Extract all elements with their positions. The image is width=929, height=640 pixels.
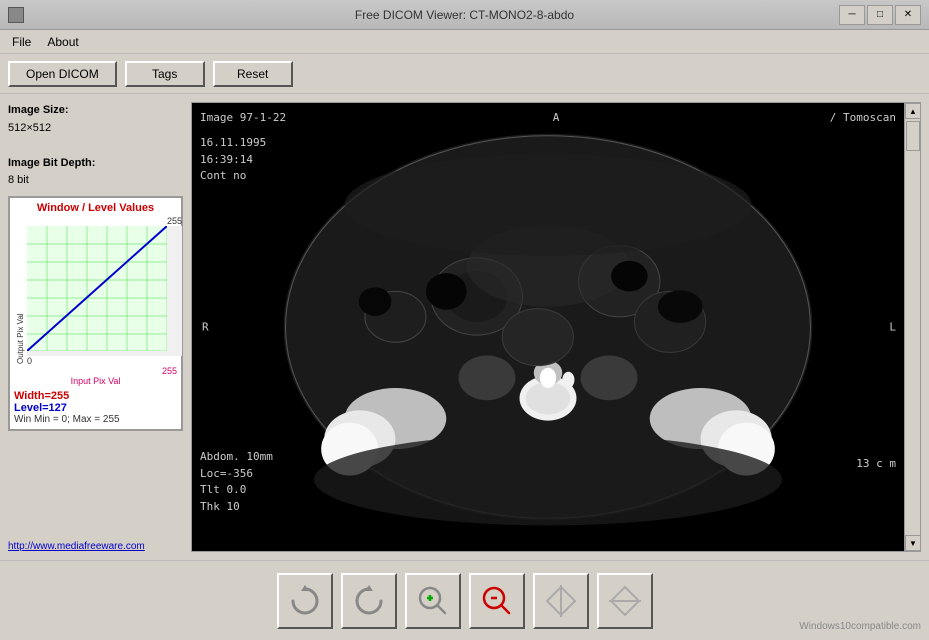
scrollbar-up-button[interactable]: ▲ bbox=[905, 103, 921, 119]
flip-v-icon bbox=[607, 583, 643, 619]
scrollbar-down-button[interactable]: ▼ bbox=[905, 535, 921, 551]
tags-button[interactable]: Tags bbox=[125, 61, 205, 87]
rotate-cw-button[interactable] bbox=[277, 573, 333, 629]
about-menu[interactable]: About bbox=[39, 33, 86, 51]
x-axis-label: 255 Input Pix Val bbox=[14, 366, 177, 386]
overlay-ruler: 13 c m bbox=[856, 456, 896, 471]
overlay-right-marker: L bbox=[889, 321, 896, 334]
overlay-date-time: 16.11.1995 16:39:14 Cont no bbox=[200, 135, 266, 185]
image-bit-depth-value: 8 bit bbox=[8, 172, 183, 190]
rotate-ccw-button[interactable] bbox=[341, 573, 397, 629]
image-size-value: 512×512 bbox=[8, 120, 183, 138]
image-viewer[interactable]: Image 97-1-22 A / Tomoscan 16.11.1995 16… bbox=[191, 102, 921, 552]
viewer-scrollbar[interactable]: ▲ ▼ bbox=[904, 103, 920, 551]
left-panel: Image Size: 512×512 Image Bit Depth: 8 b… bbox=[8, 102, 183, 552]
scrollbar-thumb[interactable] bbox=[906, 121, 920, 151]
zoom-out-icon bbox=[479, 583, 515, 619]
chart-svg bbox=[27, 226, 167, 351]
zoom-in-icon bbox=[415, 583, 451, 619]
overlay-scan-params: Abdom. 10mm Loc=-356 Tlt 0.0 Thk 10 bbox=[200, 449, 273, 515]
flip-v-button[interactable] bbox=[597, 573, 653, 629]
open-dicom-button[interactable]: Open DICOM bbox=[8, 61, 117, 87]
watermark: Windows10compatible.com bbox=[799, 621, 921, 632]
titlebar: Free DICOM Viewer: CT-MONO2-8-abdo ─ □ ✕ bbox=[0, 0, 929, 30]
wl-width: Width=255 bbox=[14, 390, 177, 402]
wl-values: Width=255 Level=127 Win Min = 0; Max = 2… bbox=[14, 390, 177, 425]
y-axis-label: Output Pix Val bbox=[14, 216, 27, 366]
file-menu[interactable]: File bbox=[4, 33, 39, 51]
x-max-label: 255 bbox=[162, 366, 177, 376]
reset-button[interactable]: Reset bbox=[213, 61, 293, 87]
close-button[interactable]: ✕ bbox=[895, 5, 921, 25]
wl-chart-title: Window / Level Values bbox=[14, 202, 177, 214]
website-link[interactable]: http://www.mediafreeware.com bbox=[8, 541, 183, 552]
flip-h-icon bbox=[543, 583, 579, 619]
flip-h-button[interactable] bbox=[533, 573, 589, 629]
minimize-button[interactable]: ─ bbox=[839, 5, 865, 25]
overlay-image-id: Image 97-1-22 bbox=[200, 111, 286, 124]
app-icon bbox=[8, 7, 24, 23]
main-content: Image Size: 512×512 Image Bit Depth: 8 b… bbox=[0, 94, 929, 560]
bottom-toolbar: Windows10compatible.com bbox=[0, 560, 929, 640]
zoom-out-button[interactable] bbox=[469, 573, 525, 629]
overlay-left-marker: R bbox=[202, 321, 209, 334]
rotate-cw-icon bbox=[287, 583, 323, 619]
wl-chart: Window / Level Values Output Pix Val 255 bbox=[8, 196, 183, 431]
image-bit-depth-label: Image Bit Depth: bbox=[8, 155, 183, 173]
chart-area bbox=[27, 226, 182, 356]
overlay-orientation-top: A bbox=[553, 111, 560, 124]
ct-image-container: Image 97-1-22 A / Tomoscan 16.11.1995 16… bbox=[192, 103, 920, 551]
x-axis-title: Input Pix Val bbox=[14, 376, 177, 386]
titlebar-left bbox=[8, 7, 24, 23]
window-title: Free DICOM Viewer: CT-MONO2-8-abdo bbox=[355, 8, 574, 22]
image-info: Image Size: 512×512 Image Bit Depth: 8 b… bbox=[8, 102, 183, 190]
toolbar: Open DICOM Tags Reset bbox=[0, 54, 929, 94]
restore-button[interactable]: □ bbox=[867, 5, 893, 25]
menubar: File About bbox=[0, 30, 929, 54]
overlay-scanner: / Tomoscan bbox=[830, 111, 896, 124]
ct-scan-image bbox=[192, 103, 904, 551]
wl-level: Level=127 bbox=[14, 402, 177, 414]
zoom-in-button[interactable] bbox=[405, 573, 461, 629]
image-size-label: Image Size: bbox=[8, 102, 183, 120]
rotate-ccw-icon bbox=[351, 583, 387, 619]
wl-range: Win Min = 0; Max = 255 bbox=[14, 414, 177, 425]
titlebar-controls: ─ □ ✕ bbox=[839, 5, 921, 25]
